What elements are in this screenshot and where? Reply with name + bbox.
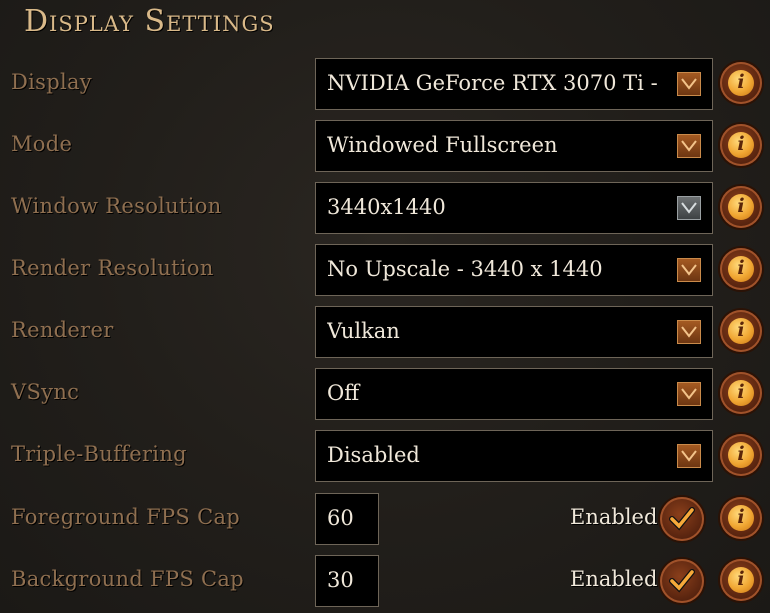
input-value: 30 [327, 568, 354, 592]
dropdown-value: Off [327, 381, 360, 405]
info-icon[interactable]: i [720, 62, 762, 104]
mode-dropdown[interactable]: Windowed Fullscreen [315, 120, 713, 172]
info-icon[interactable]: i [720, 124, 762, 166]
triple-buffering-dropdown[interactable]: Disabled [315, 430, 713, 482]
setting-label: Background FPS Cap [11, 567, 244, 591]
info-icon[interactable]: i [720, 248, 762, 290]
setting-label: Triple-Buffering [11, 442, 187, 466]
info-icon[interactable]: i [720, 372, 762, 414]
toggle-label: Enabled [570, 567, 658, 591]
renderer-dropdown[interactable]: Vulkan [315, 306, 713, 358]
setting-label: Display [11, 70, 92, 94]
chevron-down-icon[interactable] [677, 444, 701, 468]
setting-row-foreground-fps: Foreground FPS Cap 60 Enabled i [0, 493, 770, 549]
setting-label: Foreground FPS Cap [11, 505, 241, 529]
setting-row-mode: Mode Windowed Fullscreen i [0, 120, 770, 176]
checkmark-icon[interactable] [660, 497, 704, 541]
info-icon[interactable]: i [720, 310, 762, 352]
dropdown-value: Windowed Fullscreen [327, 133, 558, 157]
info-icon[interactable]: i [720, 559, 762, 601]
background-fps-input[interactable]: 30 [315, 555, 379, 607]
chevron-down-icon[interactable] [677, 382, 701, 406]
setting-row-triple-buffering: Triple-Buffering Disabled i [0, 430, 770, 486]
vsync-dropdown[interactable]: Off [315, 368, 713, 420]
setting-row-display: Display NVIDIA GeForce RTX 3070 Ti - i [0, 58, 770, 114]
setting-label: Render Resolution [11, 256, 214, 280]
dropdown-value: No Upscale - 3440 x 1440 [327, 257, 603, 281]
setting-row-renderer: Renderer Vulkan i [0, 306, 770, 362]
chevron-down-icon[interactable] [677, 320, 701, 344]
chevron-down-icon[interactable] [677, 258, 701, 282]
setting-label: Mode [11, 132, 73, 156]
setting-label: Renderer [11, 318, 114, 342]
input-value: 60 [327, 506, 354, 530]
chevron-down-icon[interactable] [677, 196, 701, 220]
display-dropdown[interactable]: NVIDIA GeForce RTX 3070 Ti - [315, 58, 713, 110]
render-resolution-dropdown[interactable]: No Upscale - 3440 x 1440 [315, 244, 713, 296]
info-icon[interactable]: i [720, 434, 762, 476]
window-resolution-dropdown[interactable]: 3440x1440 [315, 182, 713, 234]
checkmark-icon[interactable] [660, 559, 704, 603]
setting-row-window-resolution: Window Resolution 3440x1440 i [0, 182, 770, 238]
chevron-down-icon[interactable] [677, 72, 701, 96]
page-title: Display Settings [24, 4, 275, 39]
info-icon[interactable]: i [720, 186, 762, 228]
setting-label: Window Resolution [11, 194, 222, 218]
foreground-fps-input[interactable]: 60 [315, 493, 379, 545]
setting-label: VSync [11, 380, 80, 404]
chevron-down-icon[interactable] [677, 134, 701, 158]
dropdown-value: 3440x1440 [327, 195, 446, 219]
dropdown-value: NVIDIA GeForce RTX 3070 Ti - [327, 71, 658, 95]
setting-row-vsync: VSync Off i [0, 368, 770, 424]
toggle-label: Enabled [570, 505, 658, 529]
dropdown-value: Disabled [327, 443, 420, 467]
setting-row-render-resolution: Render Resolution No Upscale - 3440 x 14… [0, 244, 770, 300]
setting-row-background-fps: Background FPS Cap 30 Enabled i [0, 555, 770, 611]
info-icon[interactable]: i [720, 497, 762, 539]
dropdown-value: Vulkan [327, 319, 400, 343]
